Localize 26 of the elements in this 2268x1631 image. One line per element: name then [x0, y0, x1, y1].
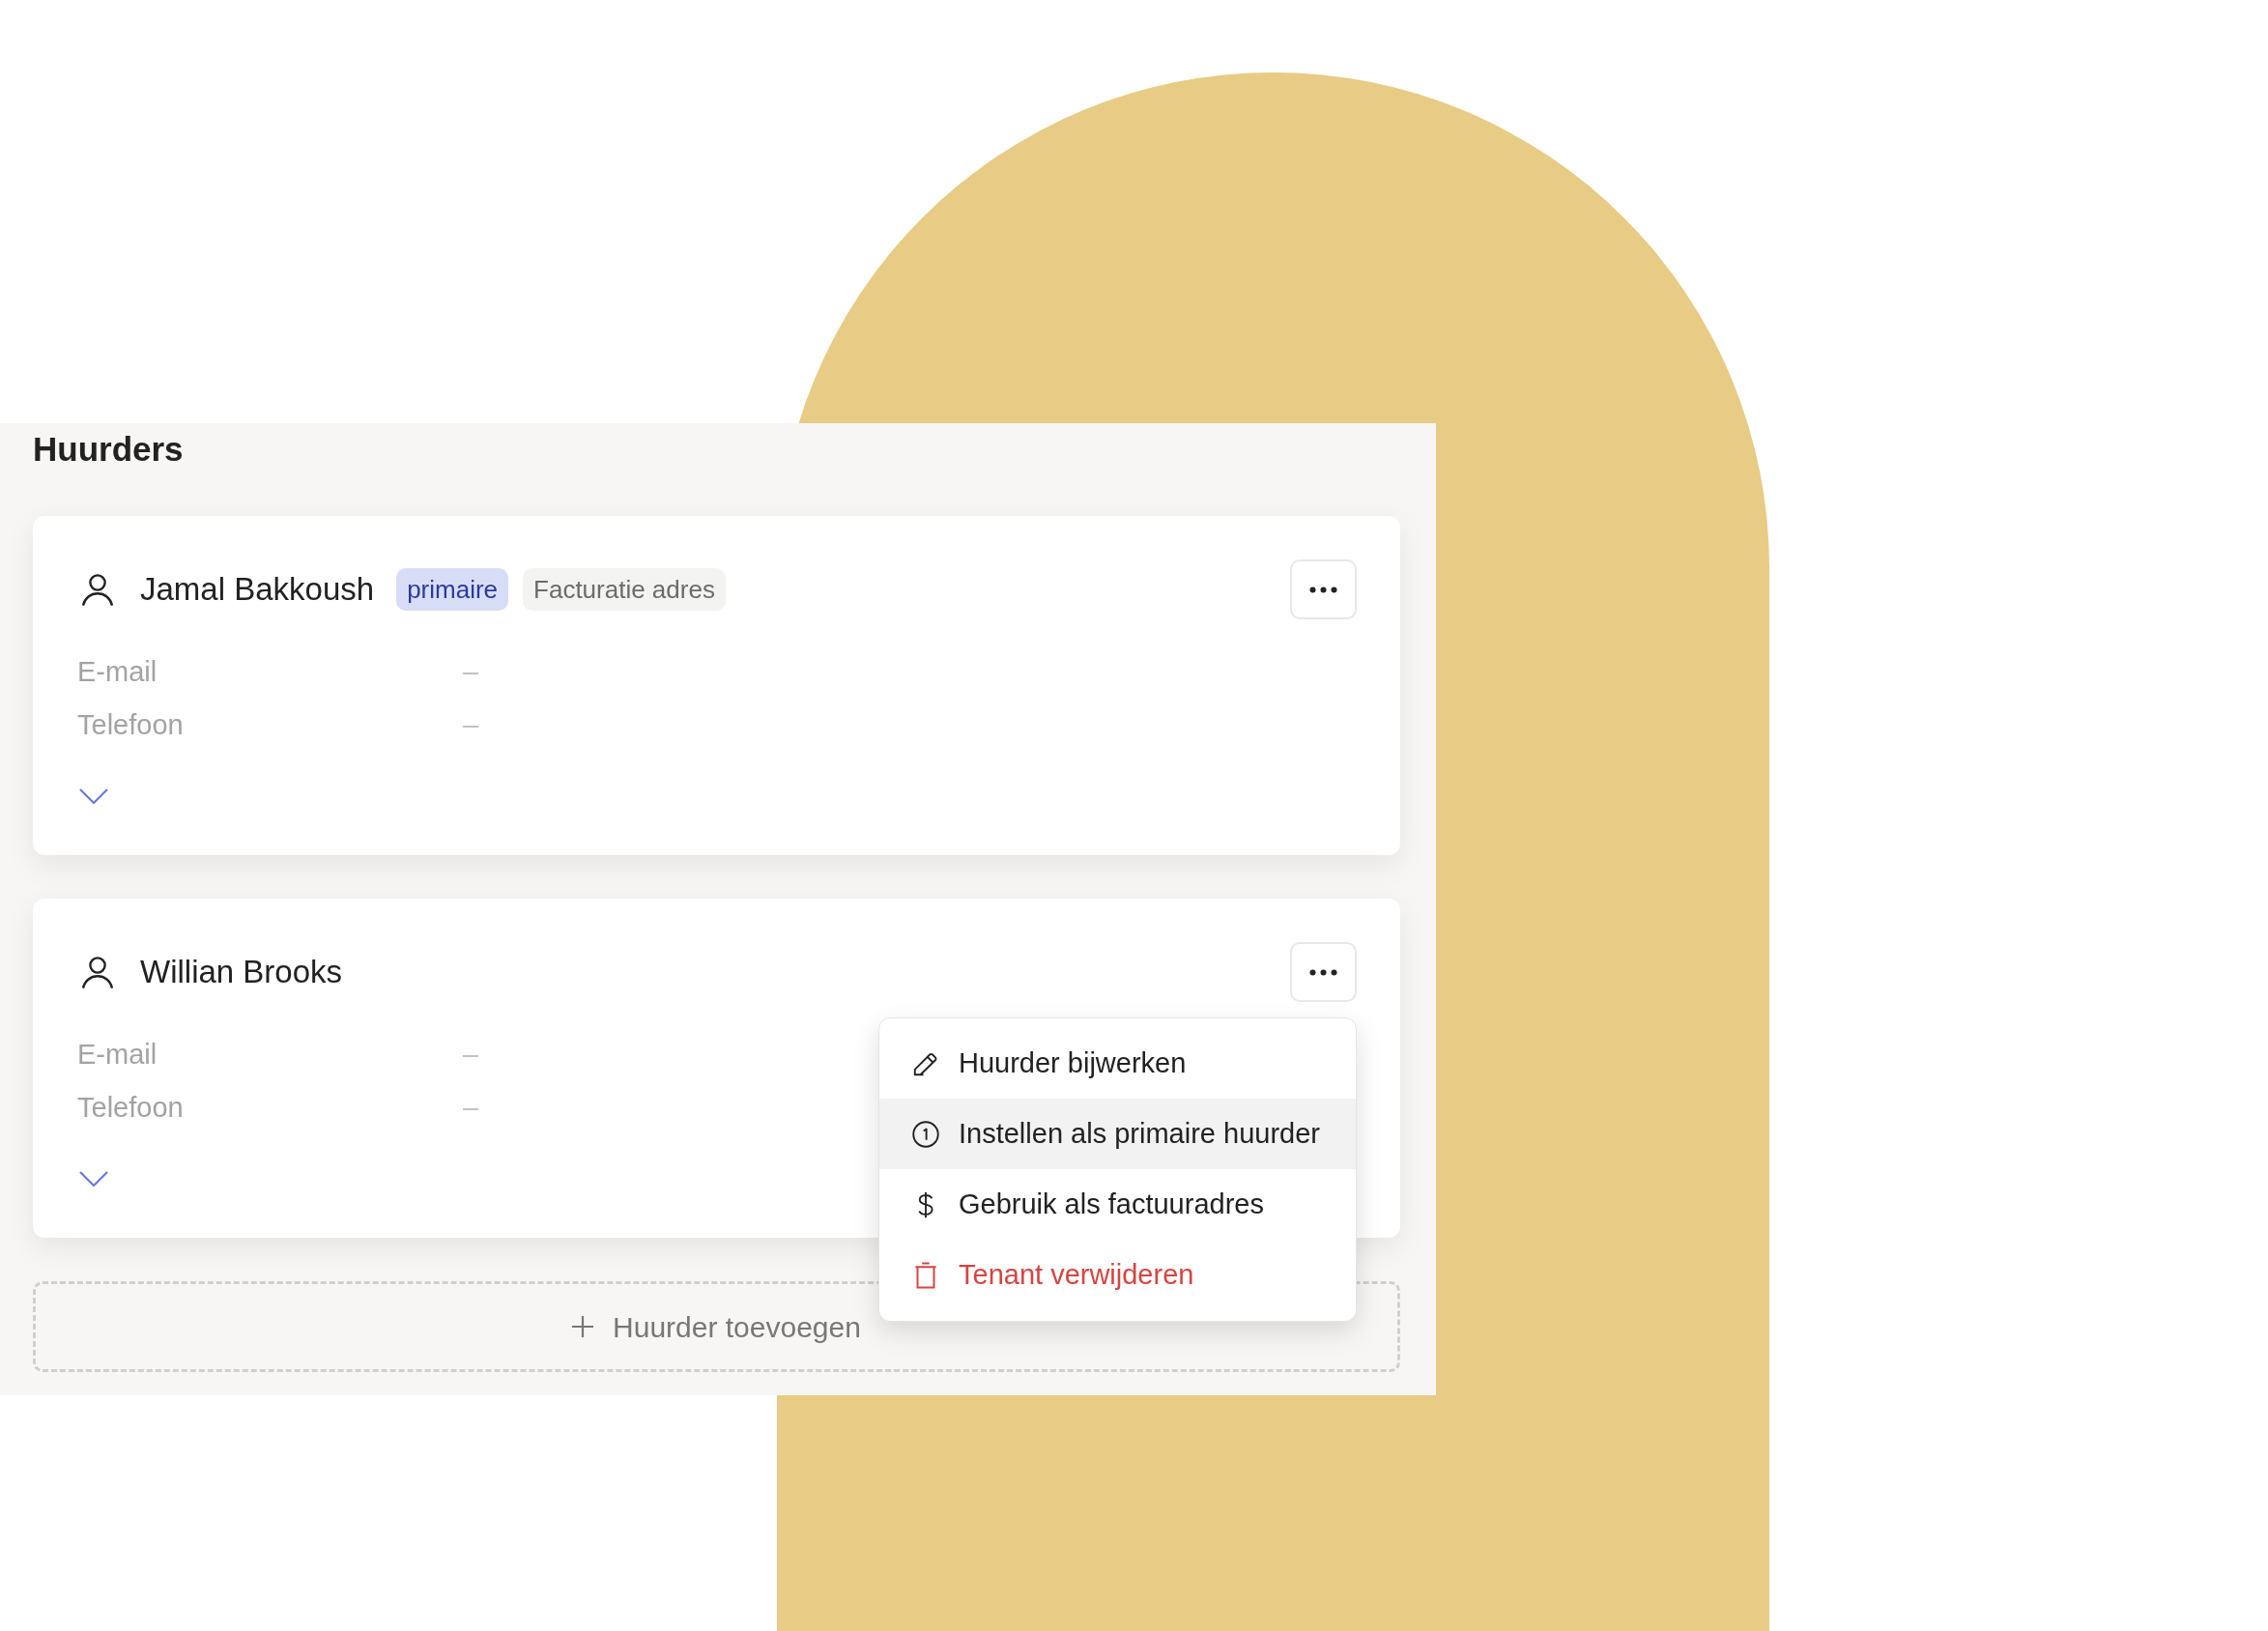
- tenant-tag: Facturatie adres: [523, 568, 726, 611]
- circled-one-icon: [911, 1119, 940, 1149]
- field-value: –: [463, 1038, 479, 1072]
- ellipsis-icon: [1309, 586, 1337, 593]
- field-label: E-mail: [77, 655, 158, 689]
- menu-item[interactable]: Instellen als primaire huurder: [879, 1099, 1356, 1169]
- more-options-button[interactable]: [1290, 942, 1357, 1002]
- field-label: Telefoon: [77, 708, 185, 742]
- person-icon: [79, 954, 116, 990]
- field-value: –: [463, 708, 479, 742]
- menu-item[interactable]: Huurder bijwerken: [879, 1028, 1356, 1099]
- tenant-name: Willian Brooks: [140, 953, 343, 991]
- tenant-tag: primaire: [396, 568, 509, 611]
- menu-item[interactable]: Gebruik als factuuradres: [879, 1169, 1356, 1240]
- person-icon: [79, 571, 116, 608]
- tenant-name: Jamal Bakkoush: [140, 570, 375, 609]
- field-label: E-mail: [77, 1038, 158, 1072]
- chevron-down-icon[interactable]: [79, 1171, 108, 1187]
- more-options-button[interactable]: [1290, 559, 1357, 619]
- ellipsis-icon: [1309, 968, 1337, 976]
- plus-icon: [572, 1316, 594, 1337]
- field-value: –: [463, 655, 479, 689]
- section-title: Huurders: [33, 429, 184, 470]
- field-label: Telefoon: [77, 1091, 185, 1125]
- chevron-down-icon[interactable]: [79, 788, 108, 804]
- field-value: –: [463, 1091, 479, 1125]
